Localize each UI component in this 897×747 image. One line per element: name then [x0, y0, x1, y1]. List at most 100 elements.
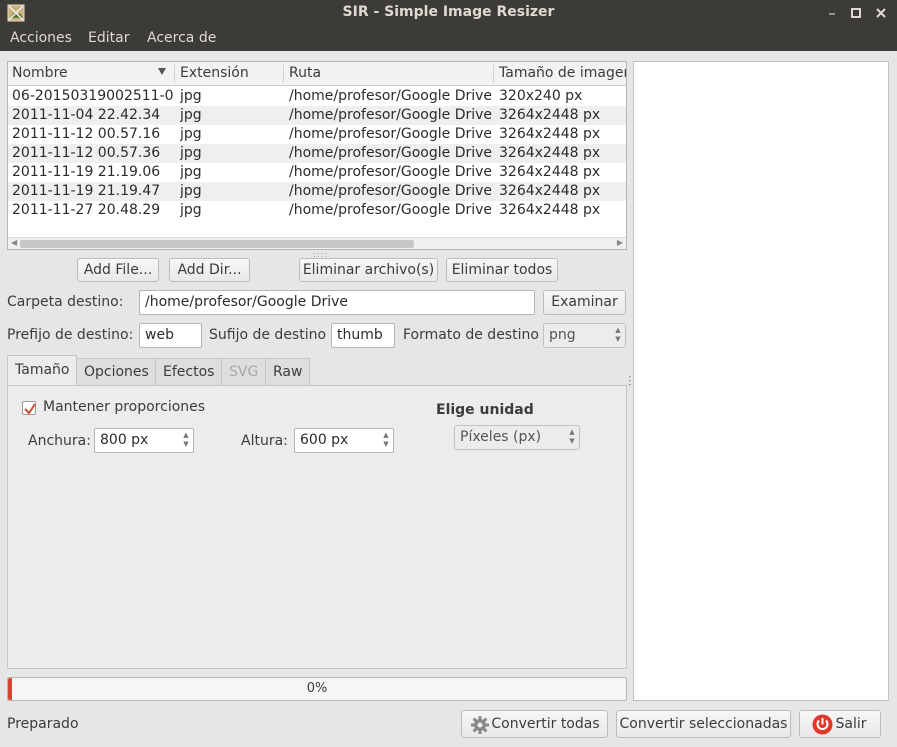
suffix-label: Sufijo de destino [209, 327, 327, 343]
spin-arrows-icon[interactable]: ▲ ▼ [182, 431, 190, 449]
menu-acciones[interactable]: Acciones [10, 30, 72, 46]
cell-ruta: /home/profesor/Google Drive [289, 107, 493, 123]
cell-tamano: 3264x2448 px [499, 164, 601, 180]
convert-all-button[interactable]: Convertir todas [461, 710, 608, 738]
column-header-tamano[interactable]: Tamaño de imagen [499, 65, 626, 81]
menu-acerca-de[interactable]: Acerca de [147, 30, 216, 46]
sort-descending-icon [158, 68, 166, 75]
menu-editar[interactable]: Editar [88, 30, 129, 46]
table-row[interactable]: 2011-11-27 20.48.29 jpg /home/profesor/G… [8, 201, 626, 220]
cell-ruta: /home/profesor/Google Drive [289, 145, 493, 161]
gear-icon [471, 716, 489, 734]
cell-extension: jpg [180, 88, 202, 104]
column-header-ruta[interactable]: Ruta [289, 65, 321, 81]
column-header-extension[interactable]: Extensión [180, 65, 249, 81]
tab-opciones[interactable]: Opciones [76, 358, 157, 385]
destination-folder-input[interactable]: /home/profesor/Google Drive [139, 290, 535, 315]
width-label: Anchura: [28, 433, 91, 449]
unit-select-value: Píxeles (px) [460, 429, 542, 445]
scroll-right-icon[interactable]: ▶ [617, 238, 623, 247]
format-select-value: png [549, 327, 576, 343]
table-header: Nombre Extensión Ruta Tamaño de imagen [8, 62, 626, 86]
convert-all-label: Convertir todas [491, 716, 600, 732]
image-preview [633, 61, 889, 701]
table-row[interactable]: 2011-11-19 21.19.47 jpg /home/profesor/G… [8, 182, 626, 201]
height-spinbox[interactable]: 600 px ▲ ▼ [294, 428, 394, 453]
status-text: Preparado [7, 716, 79, 732]
file-table[interactable]: Nombre Extensión Ruta Tamaño de imagen 0… [7, 61, 627, 250]
splitter-handle[interactable]: • • • [628, 375, 632, 389]
window-title: SIR - Simple Image Resizer [342, 4, 555, 20]
cell-nombre: 2011-11-27 20.48.29 [12, 202, 161, 218]
width-spinbox[interactable]: 800 px ▲ ▼ [94, 428, 194, 453]
cell-extension: jpg [180, 126, 202, 142]
keep-proportions-checkbox[interactable] [22, 401, 36, 415]
remove-all-button[interactable]: Eliminar todos [446, 258, 558, 282]
table-row[interactable]: 2011-11-19 21.19.06 jpg /home/profesor/G… [8, 163, 626, 182]
cell-tamano: 3264x2448 px [499, 145, 601, 161]
cell-nombre: 2011-11-12 00.57.36 [12, 145, 161, 161]
column-separator [174, 65, 175, 83]
cell-ruta: /home/profesor/Google Drive [289, 202, 493, 218]
destination-folder-label: Carpeta destino: [7, 294, 124, 310]
convert-selected-button[interactable]: Convertir seleccionadas [616, 710, 791, 738]
prefix-label: Prefijo de destino: [7, 327, 134, 343]
suffix-input[interactable]: thumb [331, 323, 395, 348]
table-row[interactable]: 2011-11-12 00.57.36 jpg /home/profesor/G… [8, 144, 626, 163]
tab-tamano[interactable]: Tamaño [7, 355, 78, 386]
prefix-input[interactable]: web [139, 323, 202, 348]
cell-extension: jpg [180, 164, 202, 180]
cell-tamano: 320x240 px [499, 88, 583, 104]
progress-text: 0% [306, 681, 328, 696]
checkmark-icon [24, 403, 36, 415]
cell-tamano: 3264x2448 px [499, 126, 601, 142]
cell-extension: jpg [180, 202, 202, 218]
menu-bar: Acciones Editar Acerca de [0, 26, 897, 51]
cell-tamano: 3264x2448 px [499, 202, 601, 218]
maximize-icon[interactable] [847, 4, 865, 22]
spin-arrows-icon[interactable]: ▲ ▼ [382, 431, 390, 449]
cell-nombre: 2011-11-19 21.19.47 [12, 183, 161, 199]
table-row[interactable]: 06-20150319002511-00 jpg /home/profesor/… [8, 87, 626, 106]
cell-ruta: /home/profesor/Google Drive [289, 183, 493, 199]
quit-label: Salir [835, 716, 867, 732]
size-tab-panel: Mantener proporciones Anchura: 800 px ▲ ▼… [7, 385, 627, 669]
cell-ruta: /home/profesor/Google Drive [289, 88, 493, 104]
height-value: 600 px [300, 432, 349, 448]
close-icon[interactable] [872, 4, 890, 22]
minimize-icon[interactable]: – [823, 4, 841, 22]
format-select[interactable]: png ▲ ▼ [543, 323, 626, 348]
cell-extension: jpg [180, 183, 202, 199]
cell-tamano: 3264x2448 px [499, 183, 601, 199]
width-value: 800 px [100, 432, 149, 448]
tab-efectos[interactable]: Efectos [155, 358, 223, 385]
add-dir-button[interactable]: Add Dir... [169, 258, 250, 282]
cell-nombre: 06-20150319002511-00 [12, 88, 174, 104]
conversion-progress-bar: 0% [7, 677, 627, 701]
horizontal-scrollbar[interactable]: ◀ ▶ [8, 237, 626, 249]
format-label: Formato de destino [403, 327, 539, 343]
table-row[interactable]: 2011-11-04 22.42.34 jpg /home/profesor/G… [8, 106, 626, 125]
remove-files-button[interactable]: Eliminar archivo(s) [299, 258, 438, 282]
select-arrows-icon: ▲ ▼ [569, 428, 575, 445]
scrollbar-thumb[interactable] [20, 240, 414, 248]
cell-ruta: /home/profesor/Google Drive [289, 126, 493, 142]
keep-proportions-label[interactable]: Mantener proporciones [43, 399, 205, 415]
cell-extension: jpg [180, 145, 202, 161]
cell-tamano: 3264x2448 px [499, 107, 601, 123]
add-file-button[interactable]: Add File... [77, 258, 159, 282]
column-header-nombre[interactable]: Nombre [12, 65, 68, 81]
table-row[interactable]: 2011-11-12 00.57.16 jpg /home/profesor/G… [8, 125, 626, 144]
power-icon [812, 714, 833, 735]
column-separator [283, 65, 284, 83]
cell-ruta: /home/profesor/Google Drive [289, 164, 493, 180]
column-separator [493, 65, 494, 83]
unit-select[interactable]: Píxeles (px) ▲ ▼ [454, 425, 580, 450]
unit-heading: Elige unidad [436, 402, 534, 418]
scroll-left-icon[interactable]: ◀ [11, 238, 17, 247]
browse-button[interactable]: Examinar [543, 290, 626, 315]
title-bar: SIR - Simple Image Resizer – [0, 0, 897, 26]
select-arrows-icon: ▲ ▼ [615, 326, 621, 343]
quit-button[interactable]: Salir [799, 710, 881, 738]
tab-raw[interactable]: Raw [265, 358, 311, 385]
